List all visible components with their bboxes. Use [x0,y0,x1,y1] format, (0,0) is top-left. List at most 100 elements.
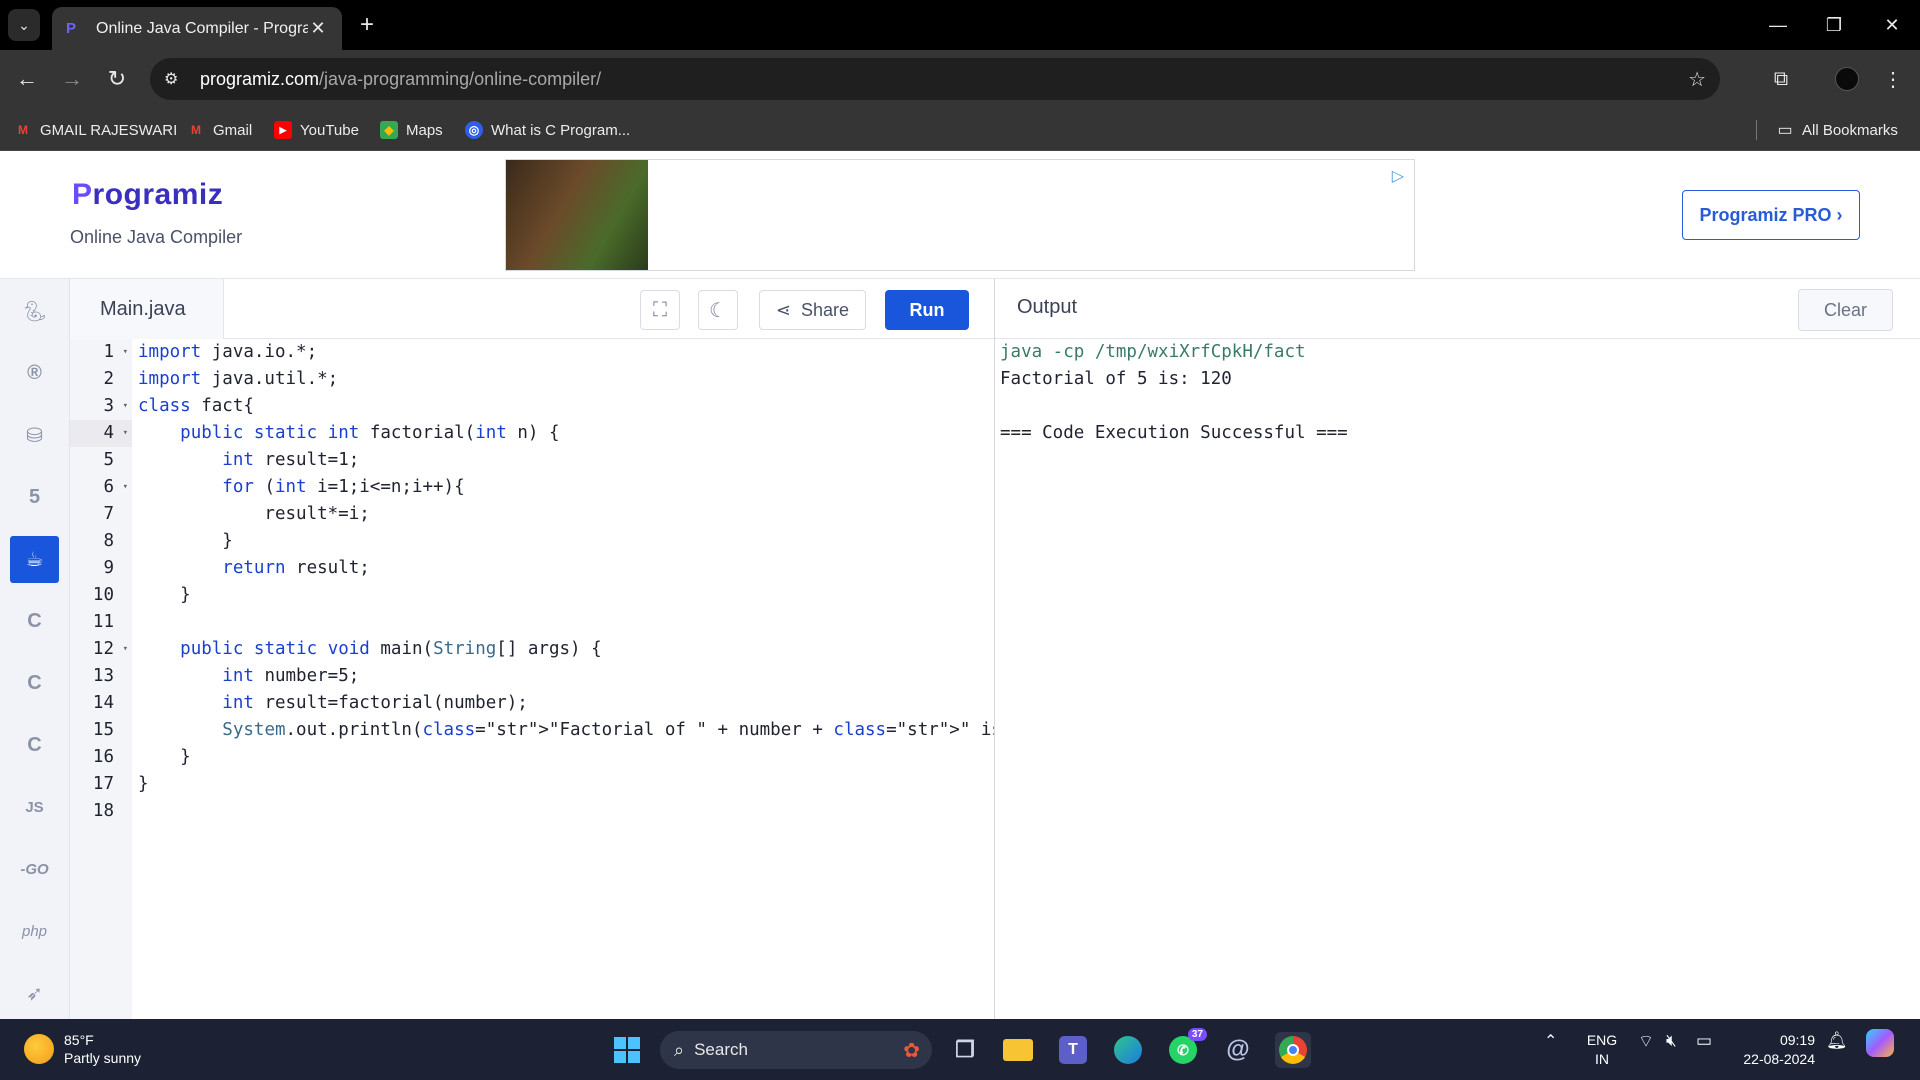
code-line[interactable]: public static void main(String[] args) { [132,636,994,663]
fold-arrow-icon[interactable]: ▾ [123,339,128,366]
code-line[interactable]: int number=5; [132,663,994,690]
bookmark-star-icon[interactable]: ☆ [1688,67,1706,92]
code-line[interactable]: int result=1; [132,447,994,474]
code-line[interactable]: } [132,528,994,555]
code-line[interactable]: System.out.println(class="str">"Factoria… [132,717,1149,744]
code-line[interactable]: } [132,744,994,771]
lang-html[interactable]: 5 [10,474,59,521]
partly-sunny-icon [24,1034,54,1064]
lang-go[interactable]: -GO [10,846,59,893]
back-button[interactable]: ← [12,64,42,94]
teams-button[interactable]: T [1055,1032,1091,1068]
go-icon: -GO [20,861,49,878]
code-line[interactable]: for (int i=1;i<=n;i++){ [132,474,994,501]
code-editor[interactable]: import java.io.*; import java.util.*; clas… [132,339,1150,1019]
dark-mode-button[interactable]: ☾ [698,290,738,330]
restore-button[interactable]: ❐ [1806,0,1862,50]
bookmark-gmail[interactable]: M Gmail [187,118,252,142]
input-language[interactable]: ENG IN [1580,1031,1624,1069]
profile-button[interactable] [1832,64,1862,94]
code-line[interactable]: class fact{ [132,393,994,420]
chrome-button[interactable] [1275,1032,1311,1068]
share-button[interactable]: ⋖ Share [759,290,866,330]
programiz-pro-button[interactable]: Programiz PRO › [1682,190,1860,240]
fold-arrow-icon[interactable]: ▾ [123,393,128,420]
whatsapp-button[interactable]: ✆ 37 [1165,1028,1207,1068]
tab-search-button[interactable]: ⌄ [8,9,40,41]
line-number: 6 ▾ [70,474,132,501]
notification-bell-icon[interactable]: 🔔︎ [1826,1031,1848,1051]
tray-overflow-icon[interactable]: ⌃ [1544,1031,1557,1051]
code-line[interactable]: int result=factorial(number); [132,690,994,717]
battery-icon[interactable]: ▭ [1696,1031,1712,1051]
clock[interactable]: 09:19 22-08-2024 [1735,1031,1815,1069]
code-line[interactable]: return result; [132,555,994,582]
python-icon: 🐍︎ [21,301,48,323]
file-explorer-button[interactable] [1000,1032,1036,1068]
extensions-icon[interactable]: ⧉ [1766,64,1796,94]
clear-button[interactable]: Clear [1798,289,1893,331]
close-window-button[interactable]: ✕ [1864,0,1920,50]
editor-toolbar: Main.java ⛶ ☾ ⋖ Share Run [70,279,995,339]
app-button[interactable]: @ [1220,1032,1256,1068]
start-button[interactable] [609,1032,645,1068]
forward-button[interactable]: → [57,64,87,94]
lang-cpp[interactable]: C [10,660,59,707]
code-line[interactable] [132,609,994,636]
volume-muted-icon[interactable]: 🔇︎ [1666,1031,1677,1051]
run-button[interactable]: Run [885,290,969,330]
taskbar-search[interactable]: ⌕ Search ✿ [660,1031,932,1069]
bookmark-maps[interactable]: ◆ Maps [380,118,443,142]
bookmark-gmail-rajeswari[interactable]: M GMAIL RAJESWARI [14,118,177,142]
tab-close-icon[interactable]: ✕ [308,18,328,39]
bookmarks-bar: M GMAIL RAJESWARI M Gmail ▶ YouTube ◆ Ma… [0,108,1920,151]
browser-toolbar: ← → ↻ ⚙ programiz.com/java-programming/o… [0,50,1920,108]
code-line[interactable]: import java.util.*; [132,366,994,393]
all-bookmarks[interactable]: ▭ All Bookmarks [1776,118,1897,142]
lang-java[interactable]: ☕︎ [10,536,59,583]
task-view-button[interactable]: ❐ [947,1032,983,1068]
lang-python[interactable]: 🐍︎ [10,288,59,335]
file-tab-main-java[interactable]: Main.java [70,279,224,339]
edge-button[interactable] [1110,1032,1146,1068]
code-line[interactable]: import java.io.*; [132,339,994,366]
code-line[interactable]: } [132,771,994,798]
code-line[interactable] [132,798,994,825]
c-icon: C [27,610,42,632]
lang-r[interactable]: ® [10,350,59,397]
code-line[interactable]: } [132,582,994,609]
code-line[interactable]: result*=i; [132,501,994,528]
lang-csharp[interactable]: C [10,722,59,769]
advertisement-banner[interactable]: ▷ [505,159,1415,271]
wifi-icon[interactable]: ⌔ [1638,1031,1654,1052]
folder-icon [1003,1039,1033,1061]
code-line[interactable]: public static int factorial(int n) { [132,420,994,447]
tab-title: Online Java Compiler - Program [96,19,308,37]
arrow-right-icon: → [61,66,83,91]
browser-tab[interactable]: P Online Java Compiler - Program ✕ [52,7,342,50]
address-bar[interactable]: ⚙ programiz.com/java-programming/online-… [150,58,1720,100]
lang-c[interactable]: C [10,598,59,645]
fold-arrow-icon[interactable]: ▾ [123,420,128,447]
fullscreen-button[interactable]: ⛶ [640,290,680,330]
adchoices-icon[interactable]: ▷ [1392,166,1404,186]
line-number: 11 [92,612,114,632]
menu-icon[interactable]: ⋮ [1878,64,1908,94]
site-info-icon[interactable]: ⚙ [164,69,188,89]
lang-sql[interactable]: ⛁ [10,412,59,459]
fold-arrow-icon[interactable]: ▾ [123,636,128,663]
reload-button[interactable]: ↻ [102,64,132,94]
copilot-button[interactable] [1866,1029,1894,1057]
minimize-button[interactable]: — [1750,0,1806,50]
lang-js[interactable]: JS [10,784,59,831]
fold-arrow-icon[interactable]: ▾ [123,474,128,501]
bookmark-youtube[interactable]: ▶ YouTube [274,118,359,142]
line-number: 10 [92,585,114,605]
weather-widget[interactable]: 85°F Partly sunny [24,1031,141,1067]
lang-php[interactable]: php [10,908,59,955]
new-tab-button[interactable]: + [352,10,382,40]
bookmark-what-is-c[interactable]: ◎ What is C Program... [465,118,630,142]
chrome-icon [1279,1036,1307,1064]
lang-swift[interactable]: ➶ [10,970,59,1017]
programiz-logo[interactable]: Programiz [72,178,223,212]
